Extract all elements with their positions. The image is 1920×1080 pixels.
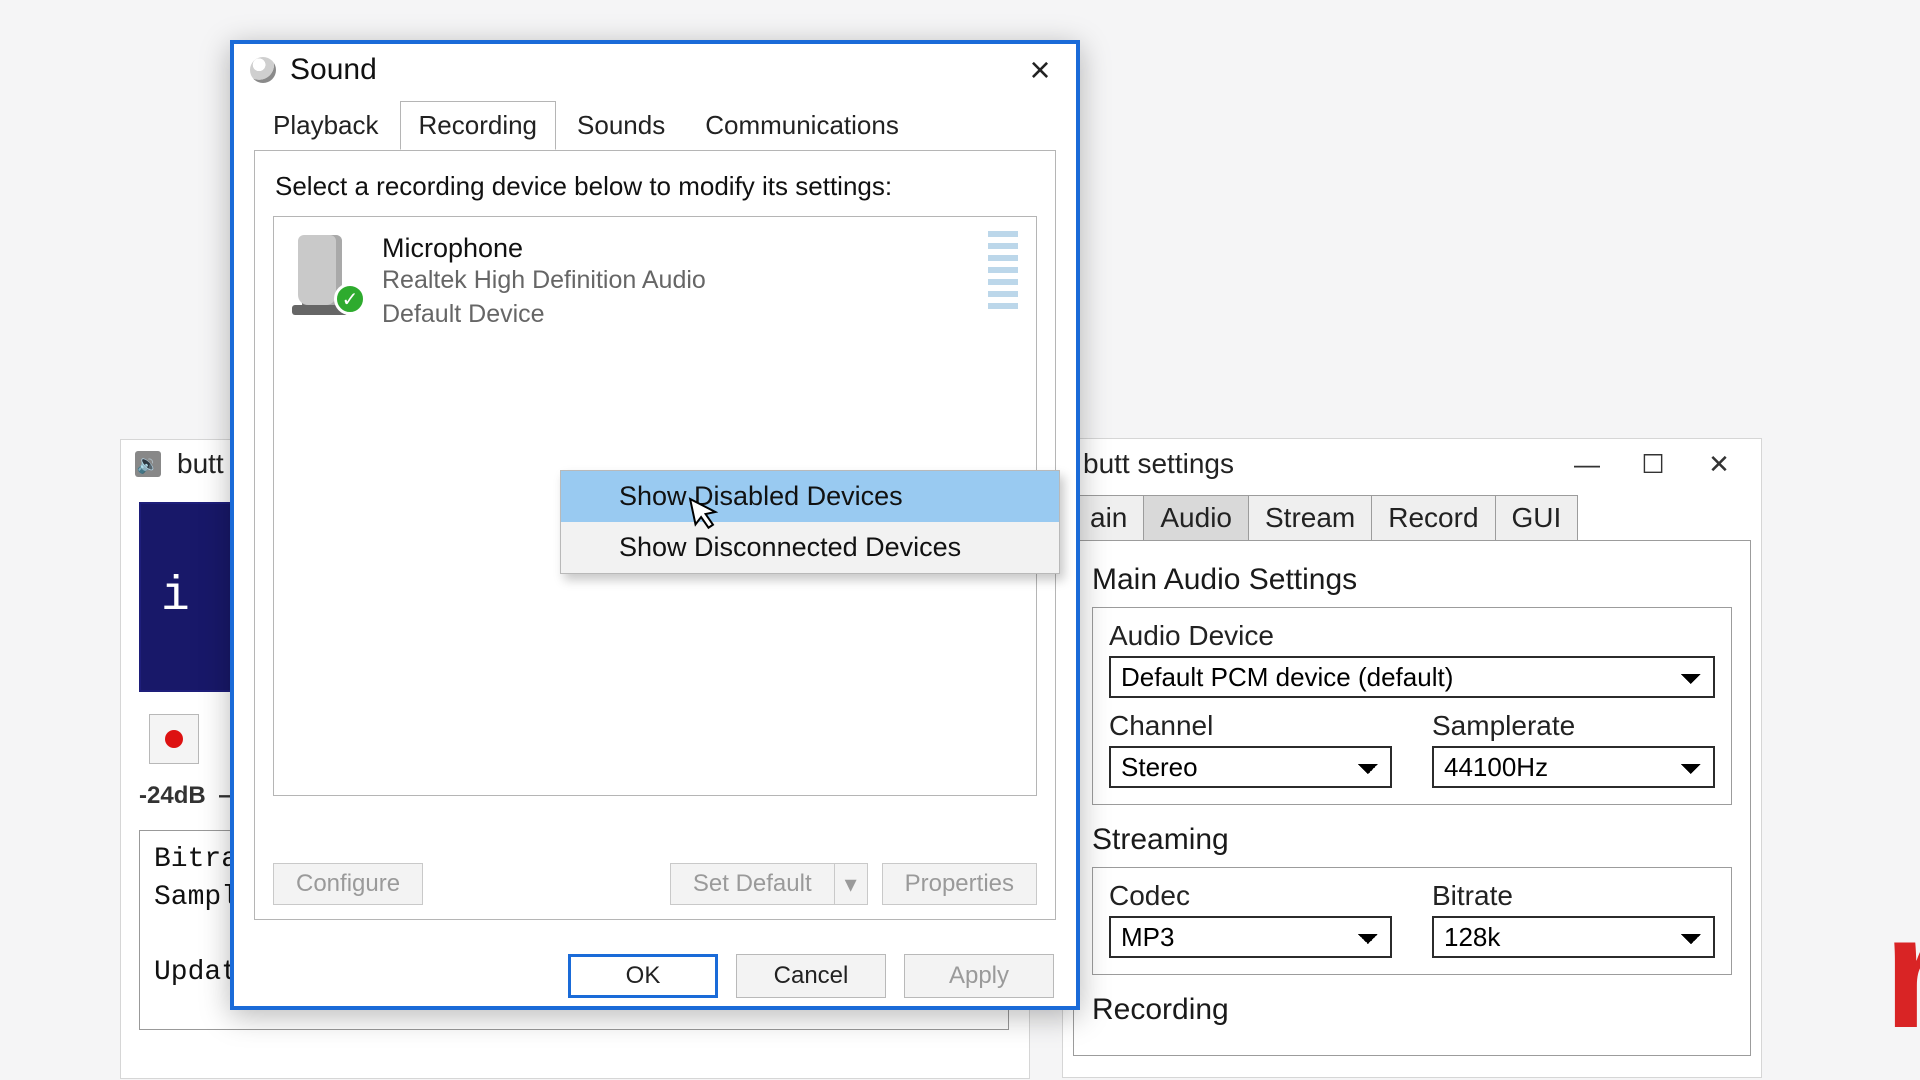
ok-button[interactable]: OK bbox=[568, 954, 718, 998]
apply-button[interactable]: Apply bbox=[904, 954, 1054, 998]
tab-sounds[interactable]: Sounds bbox=[558, 101, 684, 150]
butt-settings-titlebar[interactable]: butt settings — ☐ ✕ bbox=[1063, 439, 1761, 489]
select-channel[interactable]: Stereo bbox=[1109, 746, 1392, 788]
butt-settings-title: butt settings bbox=[1083, 448, 1234, 480]
label-bitrate: Bitrate bbox=[1432, 880, 1715, 912]
set-default-dropdown[interactable]: ▾ bbox=[834, 863, 868, 905]
settings-page-audio: Main Audio Settings Audio Device Default… bbox=[1073, 540, 1751, 1056]
sound-tabs: Playback Recording Sounds Communications bbox=[254, 102, 1056, 150]
close-icon[interactable]: × bbox=[1018, 48, 1062, 92]
sound-button-row: Configure Set Default ▾ Properties bbox=[273, 863, 1037, 905]
device-driver: Realtek High Definition Audio bbox=[382, 264, 706, 298]
tab-record[interactable]: Record bbox=[1371, 495, 1495, 540]
record-icon bbox=[165, 730, 183, 748]
select-samplerate[interactable]: 44100Hz bbox=[1432, 746, 1715, 788]
cancel-button[interactable]: Cancel bbox=[736, 954, 886, 998]
maximize-button[interactable]: ☐ bbox=[1621, 442, 1685, 486]
tab-stream[interactable]: Stream bbox=[1248, 495, 1372, 540]
butt-main-title: butt bbox=[177, 448, 224, 480]
device-status: Default Device bbox=[382, 298, 706, 332]
tab-gui[interactable]: GUI bbox=[1495, 495, 1579, 540]
configure-button[interactable]: Configure bbox=[273, 863, 423, 905]
label-channel: Channel bbox=[1109, 710, 1392, 742]
menu-show-disconnected-devices[interactable]: Show Disconnected Devices bbox=[561, 522, 1059, 573]
select-audio-device[interactable]: Default PCM device (default) bbox=[1109, 656, 1715, 698]
section-main-audio: Main Audio Settings bbox=[1092, 563, 1732, 597]
menu-show-disabled-devices[interactable]: Show Disabled Devices bbox=[561, 471, 1059, 522]
sound-dialog-title: Sound bbox=[290, 53, 377, 87]
butt-settings-window: butt settings — ☐ ✕ ain Audio Stream Rec… bbox=[1062, 438, 1762, 1078]
group-main-audio: Audio Device Default PCM device (default… bbox=[1092, 607, 1732, 805]
label-audio-device: Audio Device bbox=[1109, 620, 1715, 652]
close-button[interactable]: ✕ bbox=[1687, 442, 1751, 486]
sound-prompt: Select a recording device below to modif… bbox=[275, 171, 1037, 202]
section-recording: Recording bbox=[1092, 993, 1732, 1027]
sound-control-icon bbox=[250, 57, 276, 83]
record-button[interactable] bbox=[149, 714, 199, 764]
tab-recording[interactable]: Recording bbox=[400, 101, 557, 150]
select-bitrate[interactable]: 128k bbox=[1432, 916, 1715, 958]
window-buttons: — ☐ ✕ bbox=[1555, 442, 1751, 486]
set-default-button[interactable]: Set Default bbox=[670, 863, 834, 905]
tab-main[interactable]: ain bbox=[1073, 495, 1144, 540]
settings-tabs: ain Audio Stream Record GUI bbox=[1073, 495, 1761, 540]
tab-audio[interactable]: Audio bbox=[1143, 495, 1249, 540]
chevron-down-icon: ▾ bbox=[845, 870, 857, 899]
device-context-menu: Show Disabled Devices Show Disconnected … bbox=[560, 470, 1060, 574]
device-name: Microphone bbox=[382, 233, 706, 264]
sound-titlebar[interactable]: Sound × bbox=[234, 44, 1076, 96]
microphone-icon: ✓ bbox=[292, 233, 364, 313]
level-meter bbox=[988, 231, 1018, 309]
default-check-icon: ✓ bbox=[334, 283, 366, 315]
dialog-footer: OK Cancel Apply bbox=[234, 938, 1076, 1018]
group-streaming: Codec MP3 Bitrate 128k bbox=[1092, 867, 1732, 975]
select-codec[interactable]: MP3 bbox=[1109, 916, 1392, 958]
tab-playback[interactable]: Playback bbox=[254, 101, 398, 150]
minimize-button[interactable]: — bbox=[1555, 442, 1619, 486]
set-default-split-button[interactable]: Set Default ▾ bbox=[670, 863, 868, 905]
section-streaming: Streaming bbox=[1092, 823, 1732, 857]
background-brand-text: r bbox=[1884, 880, 1920, 1064]
device-row-microphone[interactable]: ✓ Microphone Realtek High Definition Aud… bbox=[282, 225, 1028, 340]
tab-communications[interactable]: Communications bbox=[686, 101, 918, 150]
speaker-icon: 🔉 bbox=[135, 451, 161, 477]
label-samplerate: Samplerate bbox=[1432, 710, 1715, 742]
label-codec: Codec bbox=[1109, 880, 1392, 912]
properties-button[interactable]: Properties bbox=[882, 863, 1037, 905]
